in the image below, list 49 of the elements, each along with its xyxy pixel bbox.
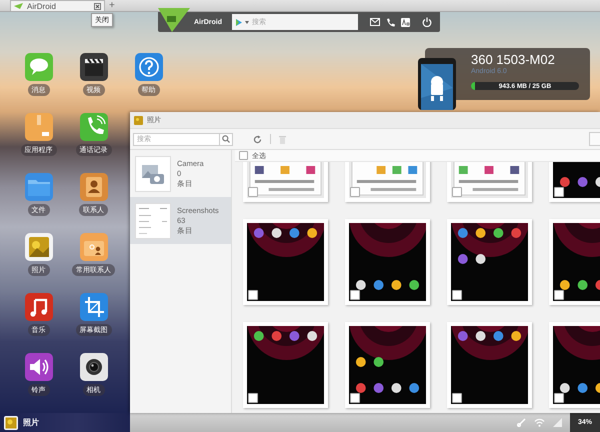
taskbar-app[interactable]: 照片 — [0, 413, 130, 432]
close-icon[interactable] — [94, 2, 101, 10]
box-icon[interactable] — [24, 113, 52, 141]
play-triangle-icon[interactable] — [236, 18, 242, 26]
checkbox[interactable] — [452, 393, 462, 403]
power-icon[interactable] — [422, 17, 432, 27]
device-name: 360 1503-M02 — [471, 52, 556, 67]
plane-icon — [14, 3, 23, 9]
new-tab-button[interactable]: + — [109, 1, 115, 11]
signal-icon — [552, 418, 562, 427]
photo-icon[interactable] — [24, 233, 52, 261]
caret-icon[interactable] — [245, 20, 249, 24]
speaker-icon[interactable] — [24, 353, 52, 381]
mail-icon[interactable] — [370, 18, 380, 26]
checkbox[interactable] — [248, 187, 258, 197]
clapperboard-icon[interactable] — [80, 53, 108, 81]
checkbox[interactable] — [554, 187, 564, 197]
checkbox[interactable] — [248, 290, 258, 300]
image-placeholder-icon — [135, 156, 171, 192]
search-button[interactable] — [219, 134, 232, 144]
checkbox[interactable] — [554, 290, 564, 300]
checkbox[interactable] — [239, 151, 248, 160]
contact-book-icon[interactable] — [80, 173, 108, 201]
wifi-icon — [534, 418, 545, 427]
refresh-icon[interactable] — [253, 134, 262, 144]
speech-bubble-icon[interactable] — [24, 53, 52, 81]
checkbox[interactable] — [350, 187, 360, 197]
crop-icon[interactable] — [80, 293, 108, 321]
search-icon[interactable] — [222, 135, 230, 143]
checkbox[interactable] — [350, 290, 360, 300]
link-icon — [516, 418, 526, 427]
phone-icon[interactable] — [386, 18, 395, 26]
font-size-icon[interactable] — [401, 18, 410, 26]
checkbox[interactable] — [554, 393, 564, 403]
question-mark-icon[interactable] — [134, 53, 162, 81]
contact-folder-icon[interactable] — [80, 233, 108, 261]
camera-lens-icon[interactable] — [80, 353, 108, 381]
checkbox[interactable] — [350, 393, 360, 403]
phone-drawing — [418, 58, 456, 110]
logo-icon[interactable] — [158, 8, 190, 32]
checkbox[interactable] — [452, 290, 462, 300]
phone-icon[interactable] — [80, 113, 108, 141]
photo-icon — [4, 416, 18, 430]
app-name: 照片 — [23, 417, 39, 428]
checkbox[interactable] — [452, 187, 462, 197]
checkbox[interactable] — [248, 393, 258, 403]
music-note-icon[interactable] — [24, 293, 52, 321]
browser-tab[interactable]: AirDroid — [10, 0, 105, 11]
photo-icon — [134, 116, 143, 124]
